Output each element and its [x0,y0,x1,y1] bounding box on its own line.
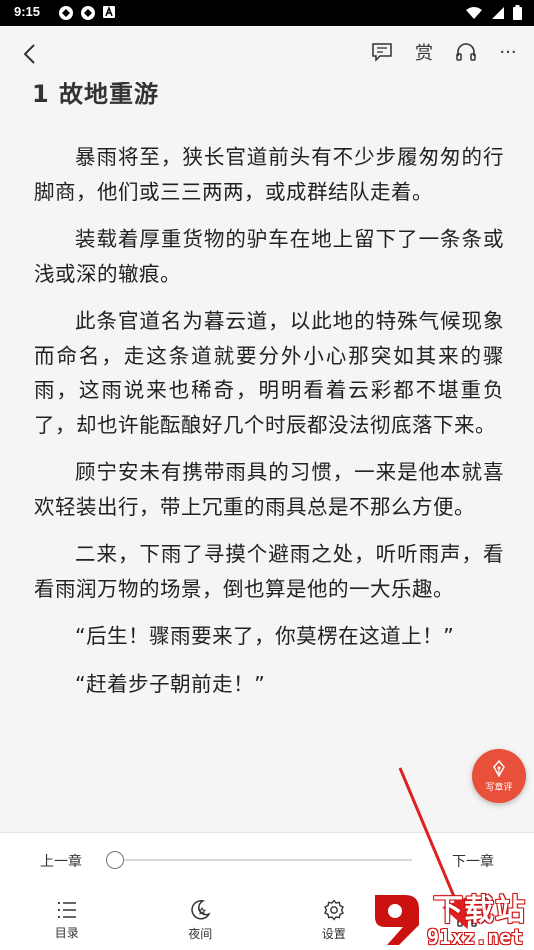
paragraph: 顾宁安未有携带雨具的习惯，一来是他本就喜欢轻装出行，带上冗重的雨具总是不那么方便… [34,460,504,519]
paragraph: 此条官道名为暮云道，以此地的特殊气候现象而命名，走这条道就要分外小心那突如其来的… [34,309,504,437]
chapter-title: 1 故地重游 [32,82,160,108]
paragraph: 暴雨将至，狭长官道前头有不少步履匆匆的行脚商，他们或三三两两，或成群结队走着。 [34,145,504,204]
notification-icon [81,6,95,20]
toolbar-actions: 赏 ··· [370,40,520,64]
comment-icon [372,43,392,62]
write-review-button[interactable]: 写章评 [472,749,526,803]
menu-label-catalog: 目录 [54,925,79,940]
status-time: 9:15 [14,4,41,19]
wifi-icon [466,6,482,19]
pen-icon [493,759,505,777]
signal-icon [492,6,504,19]
status-bar: 9:15 [0,0,534,26]
menu-item-night[interactable]: 夜间 [134,889,268,950]
prev-chapter-button[interactable]: 上一章 [40,851,82,871]
listen-button[interactable] [454,40,478,64]
watermark-text: 下载站 [433,893,526,928]
a-badge-icon [103,5,115,18]
reward-button[interactable]: 赏 [412,40,436,64]
status-system-icons [465,5,522,20]
notification-icon [59,6,73,20]
status-notifications [58,5,116,21]
headphones-icon [456,43,476,61]
back-button[interactable] [16,41,42,67]
reader-toolbar: 赏 ··· [0,26,534,82]
list-icon [57,901,76,918]
watermark-logo [375,895,419,945]
menu-label-night: 夜间 [188,926,213,941]
paragraph: “后生！骤雨要来了，你莫楞在这道上！” [75,624,455,648]
chevron-left-icon [23,44,35,64]
chapter-text: 暴雨将至，狭长官道前头有不少步履匆匆的行脚商，他们或三三两两，或成群结队走着。 … [34,140,504,714]
moon-icon [191,899,211,920]
more-button[interactable]: ··· [496,40,520,64]
next-chapter-button[interactable]: 下一章 [452,851,494,871]
menu-item-catalog[interactable]: 目录 [0,889,134,950]
battery-icon [513,5,522,20]
reader-content[interactable]: 1 故地重游 暴雨将至，狭长官道前头有不少步履匆匆的行脚商，他们或三三两两，或成… [0,82,534,832]
paragraph: 装载着厚重货物的驴车在地上留下了一条条或浅或深的辙痕。 [34,227,504,286]
watermark-domain: 91xz.net [427,925,524,949]
watermark: 下载站 91xz.net [365,885,534,950]
gear-icon [323,898,344,921]
chapter-progress-slider[interactable] [106,851,412,869]
paragraph: 二来，下雨了寻摸个避雨之处，听听雨声，看看雨润万物的场景，倒也算是他的一大乐趣。 [34,542,504,601]
paragraph: “赶着步子朝前走！” [75,671,266,696]
chapter-navigation: 上一章 下一章 [0,845,534,875]
menu-label-settings: 设置 [321,926,346,941]
comment-button[interactable] [370,40,394,64]
write-review-label: 写章评 [485,782,513,793]
progress-thumb[interactable] [106,851,124,869]
